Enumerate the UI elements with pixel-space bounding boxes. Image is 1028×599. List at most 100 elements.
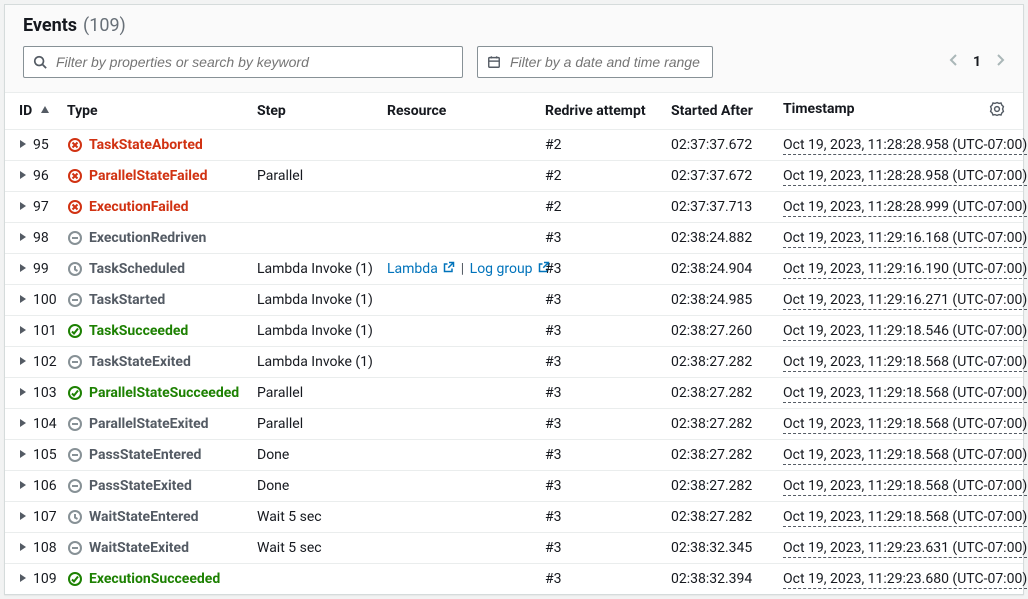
expand-icon[interactable] — [19, 571, 27, 587]
col-timestamp[interactable]: Timestamp — [775, 93, 1023, 130]
row-timestamp[interactable]: Oct 19, 2023, 11:29:23.631 (UTC-07:00) — [783, 540, 1027, 558]
row-started-after: 02:37:37.672 — [663, 161, 775, 192]
expand-icon[interactable] — [19, 478, 27, 494]
table-row: 97ExecutionFailed#202:37:37.713Oct 19, 2… — [5, 192, 1023, 223]
row-type: WaitStateExited — [89, 540, 189, 556]
status-error-icon — [67, 199, 83, 215]
status-neutral-icon — [67, 354, 83, 370]
row-redrive: #3 — [537, 316, 663, 347]
row-type: TaskStarted — [89, 292, 165, 308]
pager-next[interactable] — [995, 53, 1005, 71]
expand-icon[interactable] — [19, 385, 27, 401]
status-success-icon — [67, 385, 83, 401]
status-success-icon — [67, 571, 83, 587]
resource-link-primary[interactable]: Lambda — [387, 261, 455, 277]
status-neutral-icon — [67, 230, 83, 246]
table-row: 99TaskScheduledLambda Invoke (1)Lambda |… — [5, 254, 1023, 285]
filter-date-wrap — [477, 46, 713, 78]
pager-page: 1 — [973, 54, 981, 70]
row-redrive: #3 — [537, 533, 663, 564]
row-step: Lambda Invoke (1) — [249, 285, 379, 316]
row-timestamp[interactable]: Oct 19, 2023, 11:29:16.190 (UTC-07:00) — [783, 261, 1027, 279]
row-started-after: 02:38:27.282 — [663, 440, 775, 471]
row-step — [249, 223, 379, 254]
table-row: 96ParallelStateFailedParallel#202:37:37.… — [5, 161, 1023, 192]
table-row: 102TaskStateExitedLambda Invoke (1)#302:… — [5, 347, 1023, 378]
col-redrive[interactable]: Redrive attempt — [537, 93, 663, 130]
row-id: 101 — [33, 323, 57, 339]
events-panel: Events (109) — [4, 4, 1024, 595]
expand-icon[interactable] — [19, 354, 27, 370]
row-started-after: 02:38:27.282 — [663, 347, 775, 378]
table-row: 101TaskSucceededLambda Invoke (1)#302:38… — [5, 316, 1023, 347]
expand-icon[interactable] — [19, 447, 27, 463]
table-row: 100TaskStartedLambda Invoke (1)#302:38:2… — [5, 285, 1023, 316]
row-timestamp[interactable]: Oct 19, 2023, 11:29:16.168 (UTC-07:00) — [783, 230, 1027, 248]
row-redrive: #2 — [537, 192, 663, 223]
row-id: 106 — [33, 478, 57, 494]
row-redrive: #3 — [537, 564, 663, 595]
expand-icon[interactable] — [19, 416, 27, 432]
status-error-icon — [67, 137, 83, 153]
status-neutral-icon — [67, 478, 83, 494]
row-type: ParallelStateExited — [89, 416, 209, 432]
expand-icon[interactable] — [19, 261, 27, 277]
row-timestamp[interactable]: Oct 19, 2023, 11:29:18.568 (UTC-07:00) — [783, 416, 1027, 434]
row-id: 103 — [33, 385, 57, 401]
row-timestamp[interactable]: Oct 19, 2023, 11:29:16.271 (UTC-07:00) — [783, 292, 1027, 310]
table-row: 106PassStateExitedDone#302:38:27.282Oct … — [5, 471, 1023, 502]
col-type[interactable]: Type — [59, 93, 249, 130]
status-neutral-icon — [67, 292, 83, 308]
row-started-after: 02:37:37.672 — [663, 130, 775, 161]
filter-date-input[interactable] — [477, 46, 713, 78]
expand-icon[interactable] — [19, 137, 27, 153]
resource-link-logs[interactable]: Log group — [470, 261, 550, 277]
row-step: Parallel — [249, 378, 379, 409]
row-id: 104 — [33, 416, 57, 432]
row-timestamp[interactable]: Oct 19, 2023, 11:29:18.568 (UTC-07:00) — [783, 478, 1027, 496]
row-timestamp[interactable]: Oct 19, 2023, 11:29:23.680 (UTC-07:00) — [783, 571, 1027, 589]
row-redrive: #3 — [537, 347, 663, 378]
status-success-icon — [67, 323, 83, 339]
status-neutral-icon — [67, 447, 83, 463]
row-redrive: #3 — [537, 502, 663, 533]
row-step: Parallel — [249, 161, 379, 192]
col-id[interactable]: ID — [5, 93, 59, 130]
expand-icon[interactable] — [19, 199, 27, 215]
row-redrive: #3 — [537, 409, 663, 440]
col-started[interactable]: Started After — [663, 93, 775, 130]
settings-icon[interactable] — [989, 105, 1005, 121]
panel-header: Events (109) — [5, 5, 1023, 93]
col-resource[interactable]: Resource — [379, 93, 537, 130]
row-timestamp[interactable]: Oct 19, 2023, 11:29:18.568 (UTC-07:00) — [783, 509, 1027, 527]
expand-icon[interactable] — [19, 230, 27, 246]
row-type: TaskSucceeded — [89, 323, 188, 339]
row-id: 105 — [33, 447, 57, 463]
calendar-icon — [487, 55, 501, 69]
table-row: 104ParallelStateExitedParallel#302:38:27… — [5, 409, 1023, 440]
row-step: Wait 5 sec — [249, 533, 379, 564]
expand-icon[interactable] — [19, 540, 27, 556]
row-type: ExecutionFailed — [89, 199, 189, 215]
row-timestamp[interactable]: Oct 19, 2023, 11:28:28.958 (UTC-07:00) — [783, 137, 1027, 155]
expand-icon[interactable] — [19, 168, 27, 184]
row-step: Parallel — [249, 409, 379, 440]
filter-props-input[interactable] — [23, 46, 463, 78]
col-step[interactable]: Step — [249, 93, 379, 130]
pager-prev[interactable] — [949, 53, 959, 71]
row-redrive: #3 — [537, 378, 663, 409]
row-started-after: 02:38:24.882 — [663, 223, 775, 254]
expand-icon[interactable] — [19, 323, 27, 339]
event-count: (109) — [83, 15, 126, 36]
row-timestamp[interactable]: Oct 19, 2023, 11:29:18.546 (UTC-07:00) — [783, 323, 1027, 341]
row-timestamp[interactable]: Oct 19, 2023, 11:28:28.958 (UTC-07:00) — [783, 168, 1027, 186]
row-started-after: 02:38:24.904 — [663, 254, 775, 285]
table-row: 107WaitStateEnteredWait 5 sec#302:38:27.… — [5, 502, 1023, 533]
status-clock-icon — [67, 509, 83, 525]
row-timestamp[interactable]: Oct 19, 2023, 11:29:18.568 (UTC-07:00) — [783, 385, 1027, 403]
expand-icon[interactable] — [19, 509, 27, 525]
row-timestamp[interactable]: Oct 19, 2023, 11:28:28.999 (UTC-07:00) — [783, 199, 1027, 217]
row-timestamp[interactable]: Oct 19, 2023, 11:29:18.568 (UTC-07:00) — [783, 447, 1027, 465]
expand-icon[interactable] — [19, 292, 27, 308]
row-timestamp[interactable]: Oct 19, 2023, 11:29:18.568 (UTC-07:00) — [783, 354, 1027, 372]
